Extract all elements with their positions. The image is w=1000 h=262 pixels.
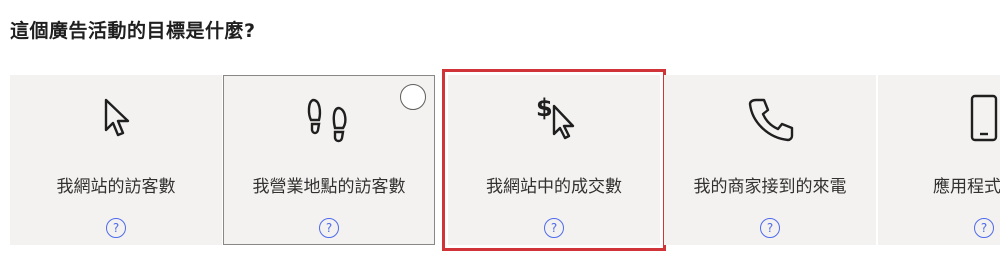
mobile-phone-icon (956, 90, 1000, 146)
help-icon[interactable]: ? (760, 218, 780, 238)
goal-card-website-conversions[interactable]: $ 我網站中的成交數 ? (442, 69, 666, 251)
goal-card-app-installs[interactable]: 應用程式安裝 ? (878, 75, 1000, 245)
goal-card-store-visits[interactable]: 我營業地點的訪客數 ? (223, 75, 435, 245)
help-icon[interactable]: ? (106, 218, 126, 238)
dollar-cursor-icon: $ (526, 90, 582, 146)
svg-text:$: $ (536, 94, 553, 122)
help-icon[interactable]: ? (319, 218, 339, 238)
help-icon[interactable]: ? (544, 218, 564, 238)
goal-card-label: 我網站中的成交數 (486, 177, 622, 197)
goal-selection-page: 這個廣告活動的目標是什麼? 我網站的訪客數 ? 我營業地點的訪客數 ? $ 我網… (0, 0, 1000, 262)
cursor-arrow-icon (88, 90, 144, 146)
goal-card-label: 應用程式安裝 (933, 177, 1000, 197)
goal-card-website-visits[interactable]: 我網站的訪客數 ? (10, 75, 222, 245)
goal-card-label: 我營業地點的訪客數 (252, 177, 406, 197)
campaign-goal-question: 這個廣告活動的目標是什麼? (10, 20, 256, 42)
footprints-icon (301, 90, 357, 146)
help-icon[interactable]: ? (974, 218, 994, 238)
goal-card-phone-calls[interactable]: 我的商家接到的來電 ? (664, 75, 876, 245)
goal-card-list: 我網站的訪客數 ? 我營業地點的訪客數 ? $ 我網站中的成交數 ? 我的商家接… (10, 69, 1000, 251)
goal-radio-button[interactable] (400, 84, 426, 110)
phone-icon (742, 90, 798, 146)
goal-card-label: 我的商家接到的來電 (693, 177, 847, 197)
goal-card-label: 我網站的訪客數 (56, 177, 176, 197)
